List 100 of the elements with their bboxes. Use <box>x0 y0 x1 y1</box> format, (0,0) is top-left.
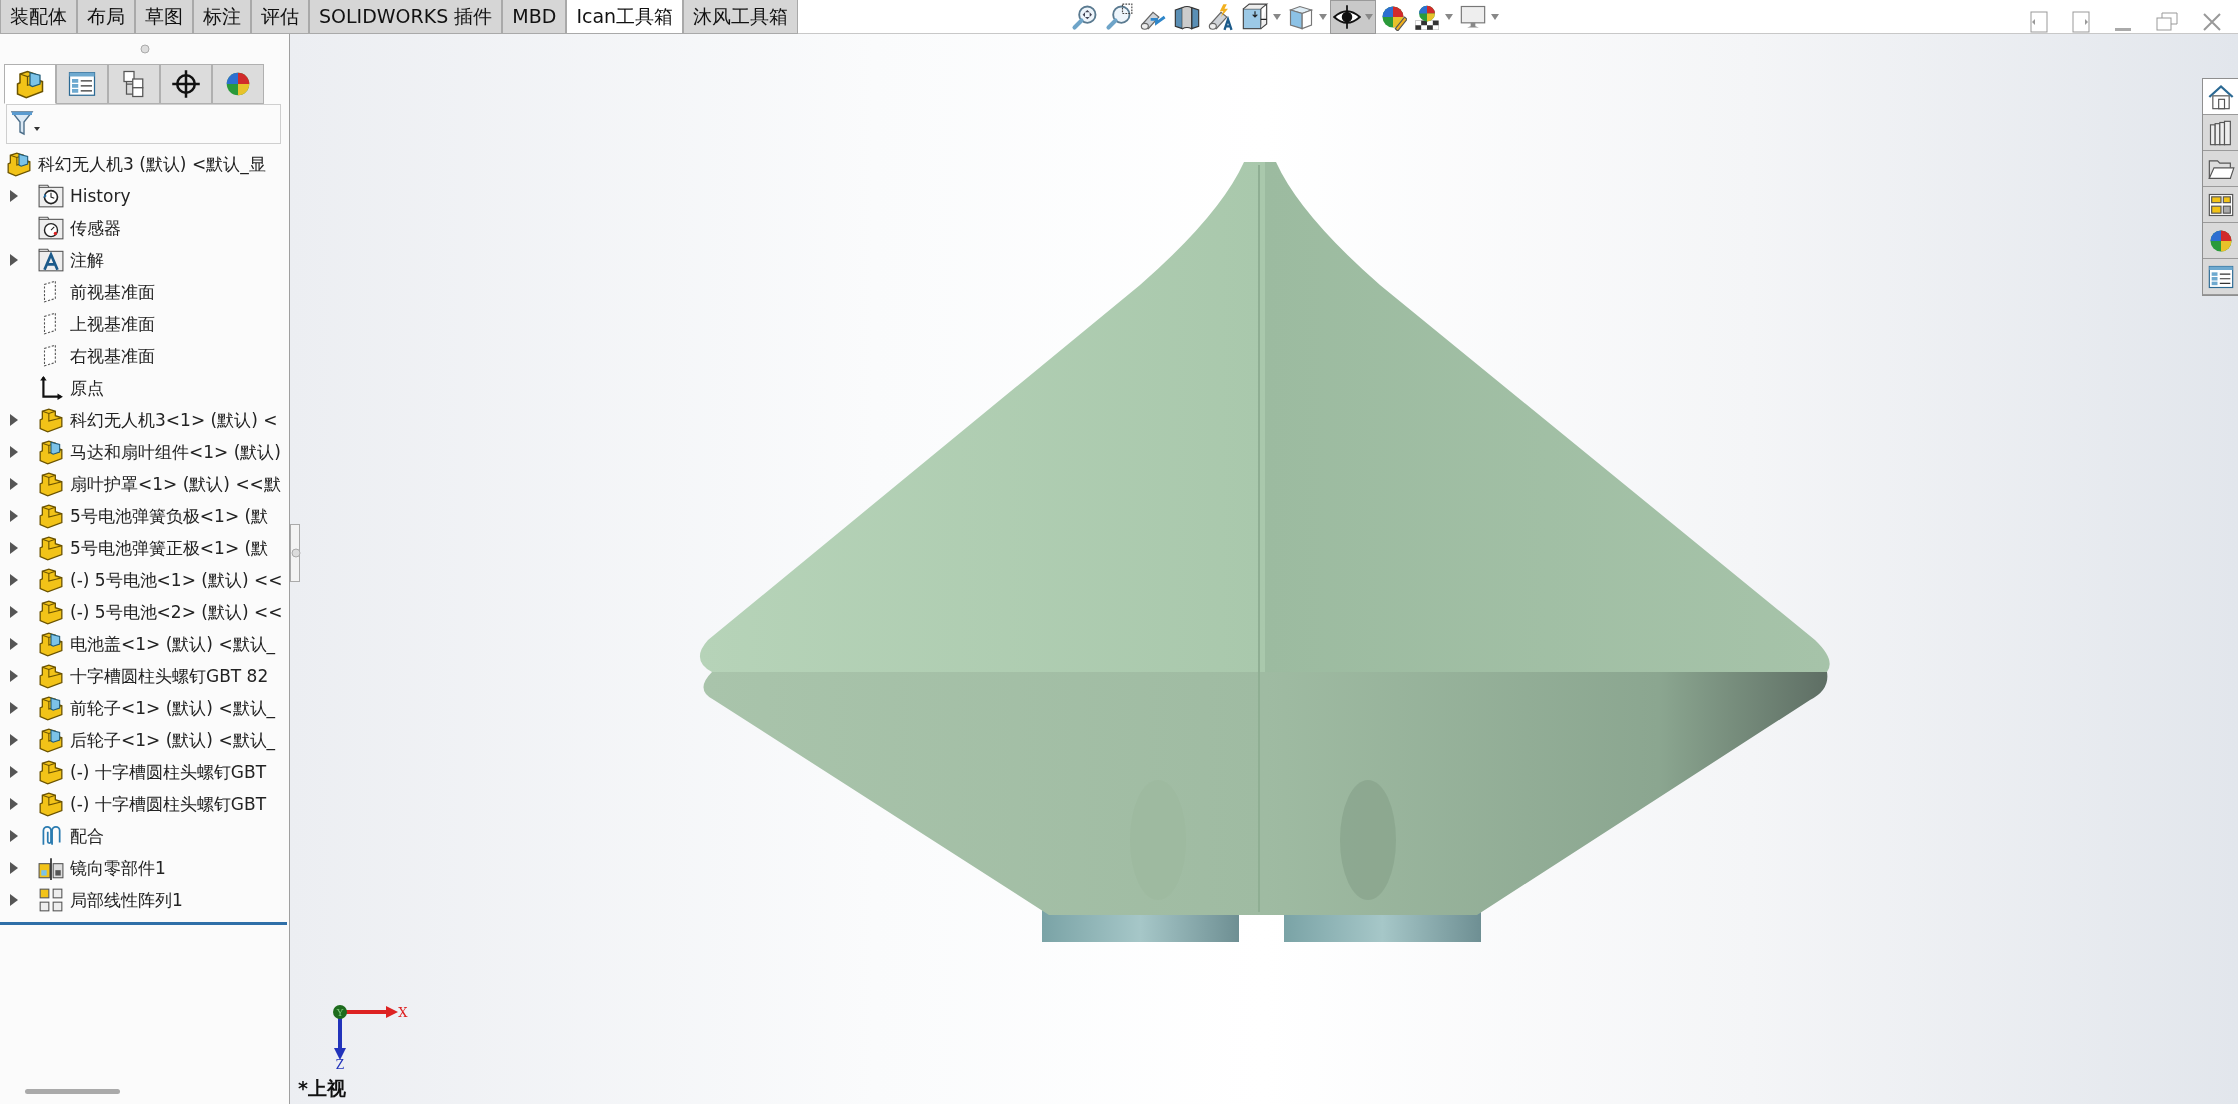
expand-arrow-icon[interactable] <box>10 862 18 874</box>
part-icon <box>38 567 64 593</box>
tree-item[interactable]: 科幻无人机3<1> (默认) < <box>70 404 278 436</box>
books-tab[interactable] <box>2203 115 2238 151</box>
mirror-component-icon <box>38 855 64 881</box>
expand-arrow-icon[interactable] <box>10 734 18 746</box>
command-tab[interactable]: 标注 <box>193 0 251 34</box>
tree-item[interactable]: 配合 <box>70 820 104 852</box>
annotation-folder-icon <box>38 247 64 273</box>
tree-item[interactable]: 5号电池弹簧正极<1> (默 <box>70 532 269 564</box>
tree-item[interactable]: 上视基准面 <box>70 308 155 340</box>
tree-item[interactable]: 镜向零部件1 <box>70 852 166 884</box>
color-ball-tab[interactable] <box>2203 223 2238 259</box>
assembly-tab[interactable] <box>4 64 56 104</box>
crosshair-icon <box>171 69 201 99</box>
expand-arrow-icon[interactable] <box>10 414 18 426</box>
tree-item[interactable]: 传感器 <box>70 212 121 244</box>
tree-item[interactable]: 十字槽圆柱头螺钉GBT 82 <box>70 660 269 692</box>
home-tab[interactable] <box>2203 79 2238 115</box>
close-icon[interactable] <box>2202 12 2222 32</box>
expand-arrow-icon[interactable] <box>10 510 18 522</box>
tree-item[interactable]: 马达和扇叶组件<1> (默认) <box>70 436 281 468</box>
tree-item[interactable]: (-) 十字槽圆柱头螺钉GBT <box>70 788 267 820</box>
expand-arrow-icon[interactable] <box>10 702 18 714</box>
expand-arrow-icon[interactable] <box>10 446 18 458</box>
assembly-icon <box>15 69 45 99</box>
expand-arrow-icon[interactable] <box>10 542 18 554</box>
expand-arrow-icon[interactable] <box>10 894 18 906</box>
tree-item[interactable]: 注解 <box>70 244 104 276</box>
expand-arrow-icon[interactable] <box>10 254 18 266</box>
z-axis-label: Z <box>335 1058 345 1070</box>
assembly-icon <box>38 695 64 721</box>
eye-icon <box>1333 3 1362 31</box>
filter-field[interactable] <box>6 104 281 144</box>
part-icon <box>38 503 64 529</box>
assembly-icon <box>6 151 32 177</box>
expand-arrow-icon[interactable] <box>10 766 18 778</box>
x-axis-label: X <box>398 1005 408 1020</box>
tree-item[interactable]: 科幻无人机3 (默认) <默认_显 <box>38 148 266 180</box>
origin-icon <box>38 375 64 401</box>
configuration-tree-tab[interactable] <box>108 64 160 104</box>
ball-checkerboard-icon <box>1413 3 1442 31</box>
command-tab[interactable]: 评估 <box>251 0 309 34</box>
color-ball-tab[interactable] <box>212 64 264 104</box>
tree-item[interactable]: (-) 5号电池<2> (默认) << <box>70 596 283 628</box>
home-icon <box>2206 82 2235 111</box>
part-icon <box>38 663 64 689</box>
part-icon <box>38 791 64 817</box>
property-list-tab[interactable] <box>2203 259 2238 295</box>
scrollbar-thumb[interactable] <box>25 1088 120 1094</box>
gauge-folder-icon <box>38 215 64 241</box>
zoom-area-icon <box>1105 3 1134 31</box>
tree-item[interactable]: 前轮子<1> (默认) <默认_ <box>70 692 276 724</box>
expand-arrow-icon[interactable] <box>10 638 18 650</box>
tree-item[interactable]: 前视基准面 <box>70 276 155 308</box>
tree-item[interactable]: 5号电池弹簧负极<1> (默 <box>70 500 269 532</box>
expand-arrow-icon[interactable] <box>10 574 18 586</box>
panel-handle-icon[interactable] <box>139 44 150 54</box>
y-axis-label: Y <box>336 1007 344 1018</box>
tree-item[interactable]: 电池盖<1> (默认) <默认_ <box>70 628 276 660</box>
part-icon <box>38 759 64 785</box>
tree-item[interactable]: (-) 十字槽圆柱头螺钉GBT <box>70 756 267 788</box>
expand-arrow-icon[interactable] <box>10 478 18 490</box>
view-palette-tab[interactable] <box>2203 187 2238 223</box>
command-tab[interactable]: Ican工具箱 <box>566 0 684 34</box>
assembly-icon <box>38 439 64 465</box>
eye-button[interactable] <box>1330 0 1377 34</box>
command-tab[interactable]: 布局 <box>77 0 135 34</box>
expand-arrow-icon[interactable] <box>10 190 18 202</box>
assembly-icon <box>38 631 64 657</box>
part-icon <box>38 471 64 497</box>
command-tab[interactable]: 沐风工具箱 <box>683 0 799 34</box>
command-tab[interactable]: 装配体 <box>0 0 77 34</box>
assembly-icon <box>38 727 64 753</box>
tree-item[interactable]: History <box>70 180 131 212</box>
tree-item[interactable]: 后轮子<1> (默认) <默认_ <box>70 724 276 756</box>
expand-arrow-icon[interactable] <box>10 798 18 810</box>
filter-icon[interactable] <box>11 110 41 138</box>
folder-tab[interactable] <box>2203 151 2238 187</box>
expand-arrow-icon[interactable] <box>10 670 18 682</box>
tree-item[interactable]: 局部线性阵列1 <box>70 884 183 916</box>
part-icon <box>38 407 64 433</box>
tree-item[interactable]: 原点 <box>70 372 104 404</box>
tree-item[interactable]: 右视基准面 <box>70 340 155 372</box>
command-tab[interactable]: 草图 <box>135 0 193 34</box>
splitter-handle-icon[interactable] <box>290 524 302 582</box>
tree-item[interactable]: (-) 5号电池<1> (默认) << <box>70 564 283 596</box>
part-icon <box>38 535 64 561</box>
view-name-label: *上视 <box>298 1075 346 1101</box>
expand-arrow-icon[interactable] <box>10 606 18 618</box>
expand-arrow-icon[interactable] <box>10 830 18 842</box>
pattern-icon <box>38 887 64 913</box>
property-list-tab[interactable] <box>56 64 108 104</box>
tree-item[interactable]: 扇叶护罩<1> (默认) <<默 <box>70 468 281 500</box>
cube-icon <box>1241 3 1270 31</box>
command-tab[interactable]: MBD <box>502 0 567 34</box>
section-view-icon <box>1173 3 1202 31</box>
history-folder-icon <box>38 183 64 209</box>
crosshair-tab[interactable] <box>160 64 212 104</box>
command-tab[interactable]: SOLIDWORKS 插件 <box>309 0 503 34</box>
